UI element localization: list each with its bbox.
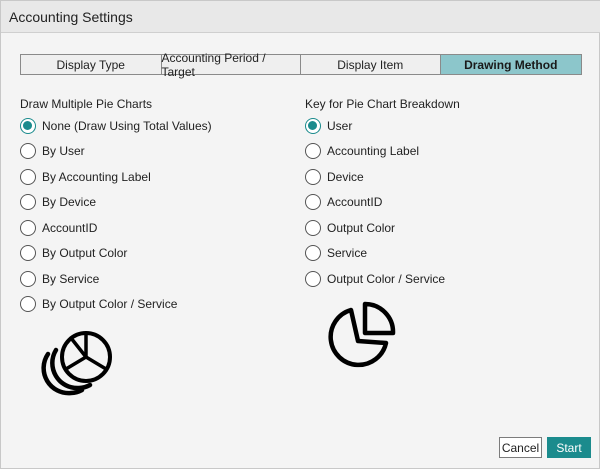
window-title: Accounting Settings: [9, 9, 133, 25]
key-for-pie-chart-breakdown-title: Key for Pie Chart Breakdown: [305, 97, 460, 111]
breakdown-key-option[interactable]: Output Color: [305, 215, 445, 241]
draw-multiple-option[interactable]: AccountID: [20, 215, 212, 241]
radio-button[interactable]: [20, 270, 36, 287]
tab-display-item[interactable]: Display Item: [301, 55, 441, 74]
radio-label: None (Draw Using Total Values): [42, 118, 212, 133]
breakdown-key-option[interactable]: Output Color / Service: [305, 266, 445, 292]
breakdown-key-option[interactable]: AccountID: [305, 190, 445, 216]
draw-multiple-pie-charts-title: Draw Multiple Pie Charts: [20, 97, 153, 111]
key-for-pie-chart-breakdown-options: User Accounting Label Device AccountID Outpu…: [305, 113, 445, 292]
multiple-pie-charts-icon: [41, 331, 112, 396]
breakdown-key-option[interactable]: User: [305, 113, 445, 139]
breakdown-key-option[interactable]: Accounting Label: [305, 139, 445, 165]
radio-label: User: [327, 118, 353, 133]
draw-multiple-option[interactable]: By Output Color: [20, 241, 212, 267]
draw-multiple-option[interactable]: By Service: [20, 266, 212, 292]
breakdown-key-option[interactable]: Service: [305, 241, 445, 267]
radio-label: By Accounting Label: [42, 169, 151, 184]
radio-button[interactable]: [20, 168, 36, 185]
title-bar: Accounting Settings: [1, 1, 600, 33]
radio-label: By User: [42, 144, 85, 159]
tab-accounting-period-target[interactable]: Accounting Period / Target: [162, 51, 301, 79]
radio-label: Service: [327, 246, 368, 261]
draw-multiple-pie-charts-options: None (Draw Using Total Values) By User By …: [20, 113, 212, 317]
radio-button[interactable]: [20, 296, 36, 313]
radio-button[interactable]: [20, 219, 36, 236]
tab-display-type[interactable]: Display Type: [21, 55, 162, 74]
settings-tabs: Display Type Accounting Period / Target …: [20, 51, 582, 79]
start-button[interactable]: Start: [547, 437, 591, 458]
radio-button[interactable]: [305, 143, 321, 160]
draw-multiple-option[interactable]: By Accounting Label: [20, 164, 212, 190]
tab-drawing-method[interactable]: Drawing Method: [440, 55, 581, 74]
radio-label: AccountID: [327, 195, 383, 210]
pie-chart-icon: [328, 301, 396, 368]
radio-button[interactable]: [20, 143, 36, 160]
cancel-button[interactable]: Cancel: [499, 437, 542, 458]
radio-label: Output Color: [327, 220, 396, 235]
radio-button[interactable]: [20, 245, 36, 262]
radio-button[interactable]: [305, 270, 321, 287]
radio-button[interactable]: [305, 219, 321, 236]
radio-label: AccountID: [42, 220, 98, 235]
radio-label: Device: [327, 169, 364, 184]
draw-multiple-option[interactable]: By Output Color / Service: [20, 292, 212, 318]
radio-label: Output Color / Service: [327, 271, 446, 286]
draw-multiple-option[interactable]: By Device: [20, 190, 212, 216]
breakdown-key-option[interactable]: Device: [305, 164, 445, 190]
radio-label: By Output Color / Service: [42, 297, 178, 312]
radio-button[interactable]: [20, 117, 36, 134]
radio-label: By Service: [42, 271, 100, 286]
radio-label: By Output Color: [42, 246, 128, 261]
radio-button[interactable]: [305, 245, 321, 262]
radio-button[interactable]: [305, 117, 321, 134]
radio-button[interactable]: [20, 194, 36, 211]
radio-label: By Device: [42, 195, 97, 210]
radio-button[interactable]: [305, 194, 321, 211]
radio-button[interactable]: [305, 168, 321, 185]
radio-label: Accounting Label: [327, 144, 420, 159]
accounting-settings-dialog: Accounting Settings Display Type Account…: [0, 0, 600, 469]
draw-multiple-option[interactable]: None (Draw Using Total Values): [20, 113, 212, 139]
draw-multiple-option[interactable]: By User: [20, 139, 212, 165]
